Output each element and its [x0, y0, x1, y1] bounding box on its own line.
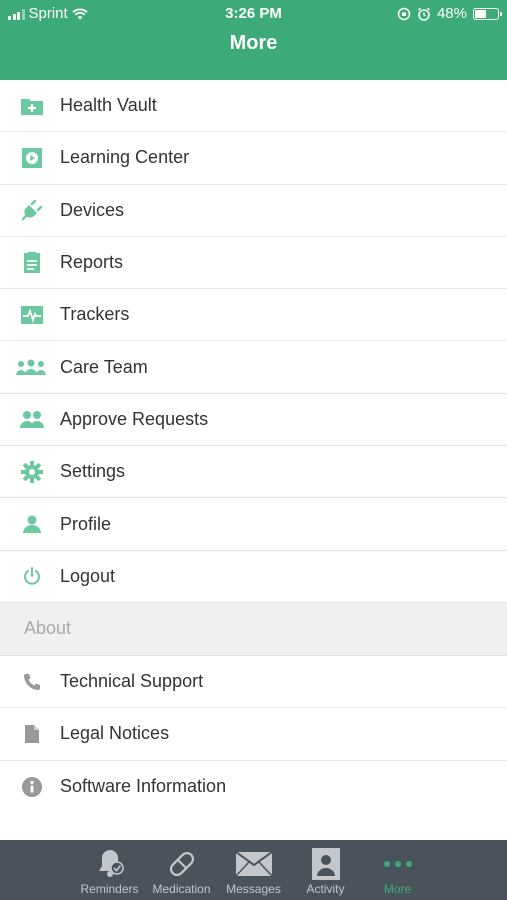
person-icon [18, 512, 46, 536]
tab-medication[interactable]: Medication [146, 840, 218, 900]
menu-item-software-information[interactable]: Software Information [0, 761, 507, 813]
tab-bar: Reminders Medication Messages Activity M… [0, 840, 507, 900]
menu-item-learning-center[interactable]: Learning Center [0, 132, 507, 185]
bell-check-icon [93, 846, 127, 882]
document-icon [18, 722, 46, 746]
more-menu: Health Vault Learning Center Devices Rep… [0, 80, 507, 813]
menu-item-label: Trackers [60, 304, 130, 325]
pulse-icon [18, 303, 46, 327]
menu-item-label: Care Team [60, 356, 148, 377]
menu-item-devices[interactable]: Devices [0, 185, 507, 237]
menu-item-label: Software Information [60, 776, 227, 797]
tab-label: Reminders [80, 882, 139, 896]
tab-reminders[interactable]: Reminders [74, 840, 146, 900]
menu-item-settings[interactable]: Settings [0, 446, 507, 499]
plug-icon [18, 198, 46, 222]
info-icon [18, 775, 46, 799]
menu-item-legal-notices[interactable]: Legal Notices [0, 708, 507, 761]
menu-item-approve-requests[interactable]: Approve Requests [0, 394, 507, 447]
menu-item-health-vault[interactable]: Health Vault [0, 80, 507, 133]
menu-item-trackers[interactable]: Trackers [0, 289, 507, 342]
menu-item-label: Health Vault [60, 95, 157, 116]
users-icon [18, 407, 46, 431]
tab-label: Activity [306, 882, 345, 896]
menu-item-logout[interactable]: Logout [0, 551, 507, 603]
menu-item-technical-support[interactable]: Technical Support [0, 656, 507, 709]
more-dots-icon [382, 846, 414, 882]
menu-item-care-team[interactable]: Care Team [0, 341, 507, 394]
orientation-lock-icon [397, 7, 411, 20]
menu-item-profile[interactable]: Profile [0, 498, 507, 551]
badge-icon [311, 846, 341, 882]
alarm-icon [417, 7, 430, 21]
pill-icon [165, 846, 199, 882]
tab-more[interactable]: More [362, 840, 434, 900]
power-icon [18, 564, 46, 588]
status-bar: Sprint 3:26 PM 48% [0, 0, 507, 28]
play-icon [18, 146, 46, 170]
menu-item-label: Reports [60, 252, 124, 273]
tab-messages[interactable]: Messages [218, 840, 290, 900]
tab-activity[interactable]: Activity [290, 840, 362, 900]
gear-icon [18, 460, 46, 484]
menu-item-label: Profile [60, 513, 112, 534]
menu-item-label: Devices [60, 199, 125, 220]
menu-item-label: Learning Center [60, 147, 190, 168]
battery-percent: 48% [436, 5, 467, 22]
menu-item-reports[interactable]: Reports [0, 237, 507, 290]
envelope-icon [234, 846, 273, 882]
report-icon [18, 251, 46, 275]
menu-item-label: Logout [60, 565, 116, 586]
menu-item-label: Approve Requests [60, 408, 209, 429]
tab-label: Medication [152, 882, 211, 896]
about-section-header: About [0, 602, 507, 656]
menu-item-label: Settings [60, 461, 126, 482]
app-header: Sprint 3:26 PM 48% More [0, 0, 507, 80]
tab-label: More [383, 882, 412, 896]
status-right: 48% [397, 5, 502, 22]
health-vault-icon [18, 94, 46, 118]
team-icon [14, 355, 48, 379]
page-title: More [229, 32, 278, 54]
menu-item-label: Legal Notices [60, 723, 170, 744]
phone-icon [18, 670, 46, 694]
battery-icon [473, 7, 502, 20]
tab-label: Messages [226, 882, 281, 896]
menu-item-label: Technical Support [60, 671, 204, 692]
